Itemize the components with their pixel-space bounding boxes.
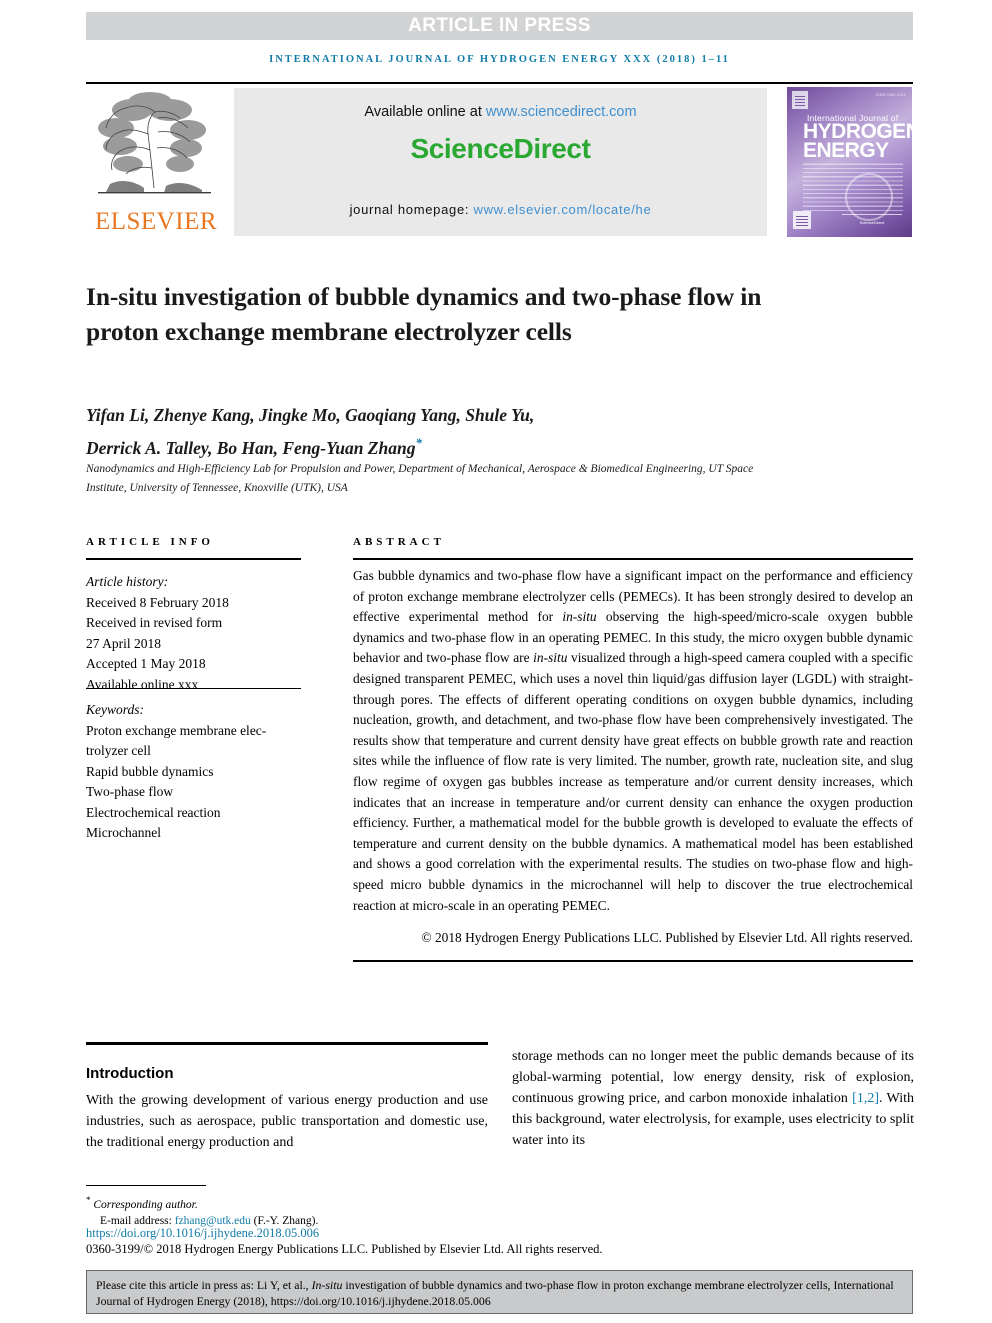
corresponding-author-label: Corresponding author. <box>93 1198 198 1211</box>
journal-running-head: international journal of hydrogen energy… <box>269 54 730 65</box>
body-column-left: With the growing development of various … <box>86 1093 488 1150</box>
corresponding-author-marker: * <box>415 435 422 450</box>
citation-text: Please cite this article in press as: Li… <box>96 1277 904 1309</box>
corresponding-author-note: * Corresponding author. <box>86 1192 586 1213</box>
journal-homepage-line: journal homepage: www.elsevier.com/locat… <box>234 202 767 217</box>
body-column-right: storage methods can no longer meet the p… <box>512 1046 914 1151</box>
keyword-item: Proton exchange membrane elec-trolyzer c… <box>86 722 267 759</box>
author-list: Yifan Li, Zhenye Kang, Jingke Mo, Gaoqia… <box>86 402 846 462</box>
footnote-block: * Corresponding author. E-mail address: … <box>86 1192 586 1230</box>
available-online-prefix: Available online at <box>364 104 486 120</box>
sciencedirect-wordmark: ScienceDirect <box>410 133 591 164</box>
available-online-line: Available online at www.sciencedirect.co… <box>234 104 767 120</box>
footnote-star-marker: * <box>86 1195 91 1205</box>
citation-prefix: Please cite this article in press as: Li… <box>96 1278 312 1292</box>
abstract-rule <box>353 558 913 560</box>
journal-homepage-link[interactable]: www.elsevier.com/locate/he <box>474 202 652 217</box>
article-history-label: Article history: <box>86 574 169 589</box>
citation-box: Please cite this article in press as: Li… <box>86 1270 913 1314</box>
article-info-rule <box>86 558 301 560</box>
keywords-rule <box>86 688 301 689</box>
doi-link[interactable]: https://doi.org/10.1016/j.ijhydene.2018.… <box>86 1226 319 1241</box>
cover-title-energy: ENERGY <box>803 139 889 162</box>
history-item: 27 April 2018 <box>86 635 162 651</box>
masthead: ELSEVIER Available online at www.science… <box>86 86 913 238</box>
history-item: Available online xxx <box>86 676 199 692</box>
issn-copyright-line: 0360-3199/© 2018 Hydrogen Energy Publica… <box>86 1242 603 1256</box>
article-in-press-label: ARTICLE IN PRESS <box>408 15 591 36</box>
citation-ref-link[interactable]: [1,2] <box>852 1091 879 1106</box>
introduction-rule <box>86 1042 488 1045</box>
cover-publisher-mark-icon <box>792 91 808 109</box>
keyword-item: Two-phase flow <box>86 784 174 799</box>
abstract-emphasis-1: in-situ <box>562 609 597 625</box>
author-line-1: Yifan Li, Zhenye Kang, Jingke Mo, Gaoqia… <box>86 405 535 425</box>
affiliation: Nanodynamics and High-Efficiency Lab for… <box>86 463 754 494</box>
abstract-bottom-rule <box>353 960 913 962</box>
keyword-item: Rapid bubble dynamics <box>86 763 214 779</box>
cover-foot-rule <box>842 214 902 215</box>
cover-journal-title: HYDROGEN ENERGY <box>803 121 912 162</box>
page-title: In-situ investigation of bubble dynamics… <box>86 282 762 347</box>
elsevier-wordmark: ELSEVIER <box>94 208 218 235</box>
footnote-rule <box>86 1185 206 1186</box>
abstract-copyright: © 2018 Hydrogen Energy Publications LLC.… <box>421 930 913 945</box>
article-in-press-banner: ARTICLE IN PRESS <box>86 12 913 40</box>
author-line-2: Derrick A. Talley, Bo Han, Feng-Yuan Zha… <box>86 437 416 458</box>
journal-homepage-prefix: journal homepage: <box>349 202 474 217</box>
keyword-item: Microchannel <box>86 825 161 840</box>
cover-society-badge-icon <box>793 211 811 229</box>
keywords-block: Keywords: Proton exchange membrane elec-… <box>86 700 301 844</box>
header-rule <box>86 82 913 84</box>
article-history-block: Article history: Received 8 February 201… <box>86 572 301 695</box>
elsevier-tree-icon <box>98 92 211 194</box>
keywords-label: Keywords: <box>86 702 144 717</box>
history-item: Received 8 February 2018 <box>86 594 229 610</box>
history-item: Received in revised form <box>86 615 223 630</box>
abstract-emphasis-2: in-situ <box>533 650 568 666</box>
citation-emphasis: In-situ <box>311 1278 343 1292</box>
journal-cover-thumbnail: ISSN 0360-3199 International Journal of … <box>786 86 913 238</box>
keyword-item: Electrochemical reaction <box>86 804 221 820</box>
article-info-heading: ARTICLE INFO <box>86 536 214 548</box>
abstract-part-3: visualized through a high-speed camera c… <box>353 650 913 913</box>
cover-issn-label: ISSN 0360-3199 <box>875 93 906 97</box>
paper-page: ARTICLE IN PRESS international journal o… <box>0 0 992 1323</box>
sciencedirect-banner: Available online at www.sciencedirect.co… <box>234 88 767 236</box>
sciencedirect-url-link[interactable]: www.sciencedirect.com <box>486 104 637 120</box>
history-item: Accepted 1 May 2018 <box>86 656 206 671</box>
elsevier-logo-block: ELSEVIER <box>86 86 226 238</box>
abstract-text: Gas bubble dynamics and two-phase flow h… <box>353 566 913 916</box>
section-title-introduction: Introduction <box>86 1065 174 1083</box>
abstract-heading: ABSTRACT <box>353 536 445 548</box>
cover-foot-label: ScienceDirect <box>859 220 885 225</box>
